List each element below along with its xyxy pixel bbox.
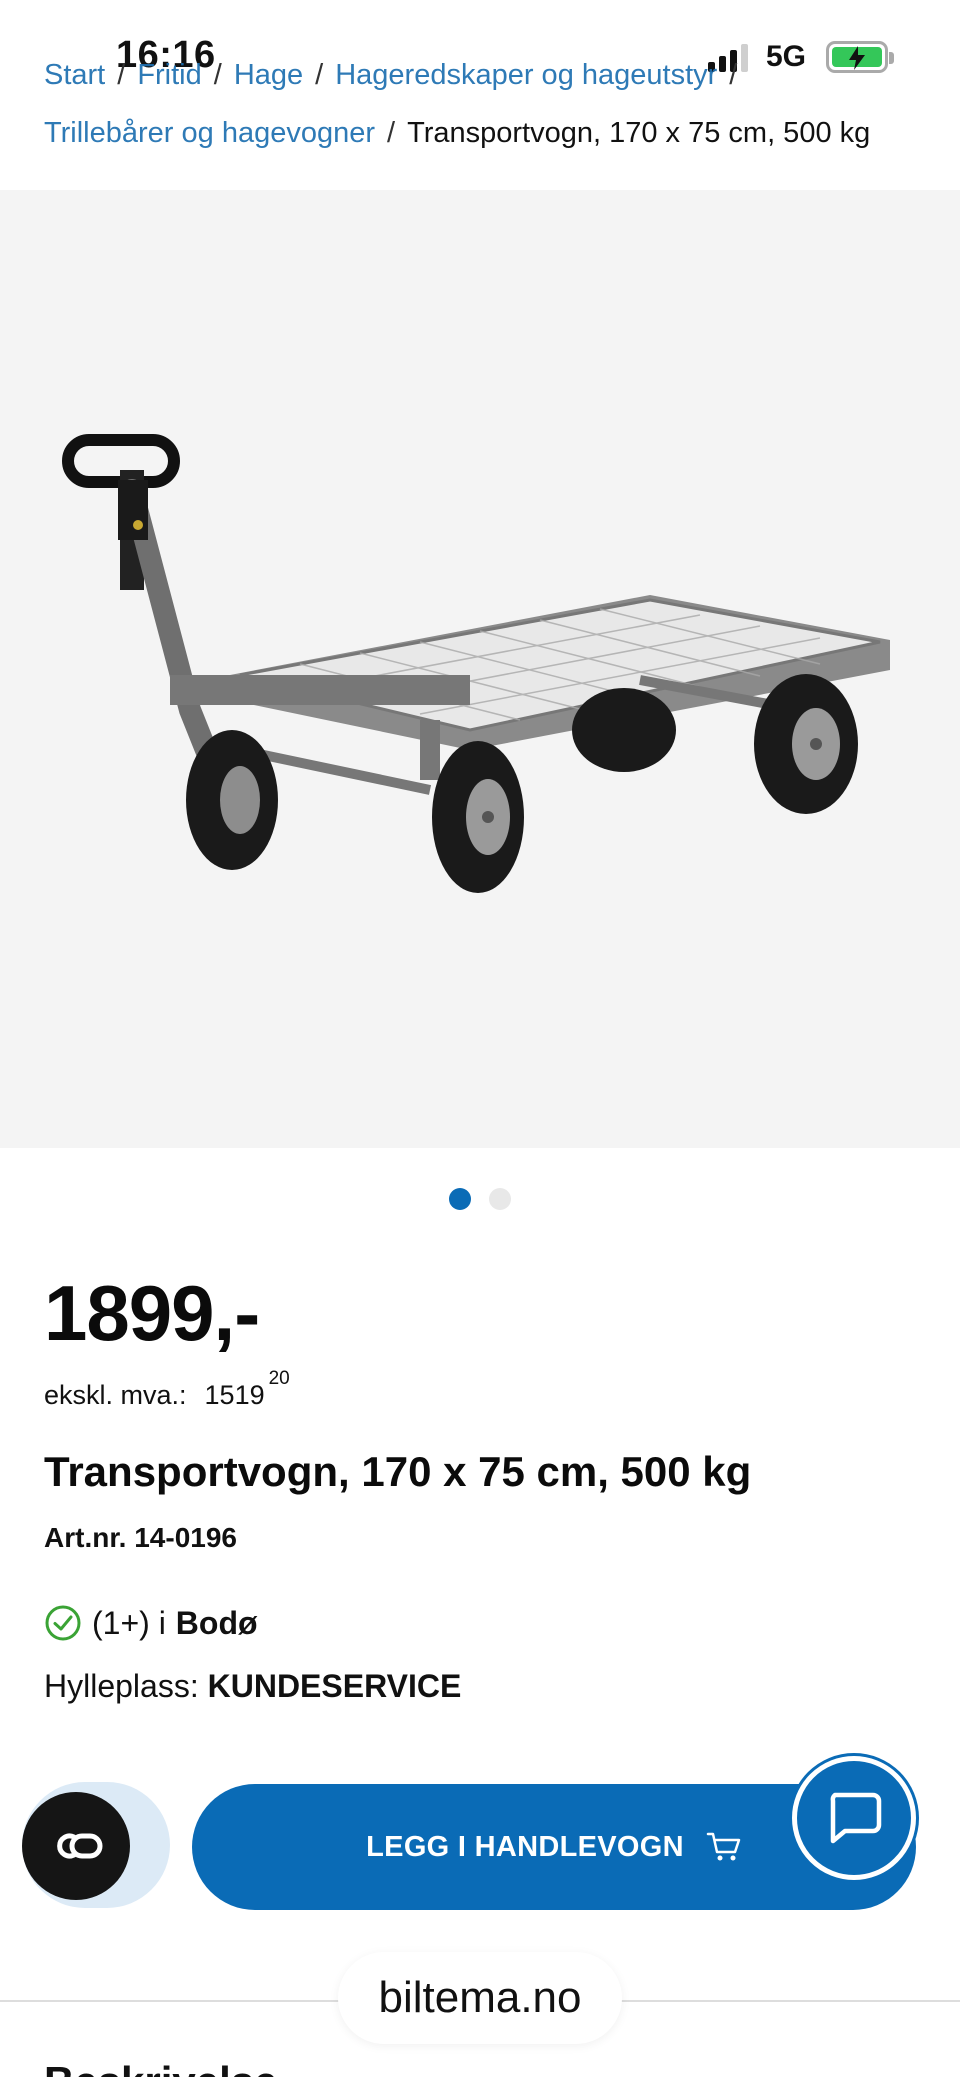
shelf-location: Hylleplass: KUNDESERVICE xyxy=(44,1668,461,1705)
breadcrumb: Start / Fritid / Hage / Hageredskaper og hageu… xyxy=(44,59,871,149)
transport-cart-image xyxy=(62,434,890,893)
chat-icon xyxy=(830,1792,882,1844)
article-number: Art.nr. 14-0196 xyxy=(44,1522,237,1553)
gallery-dot-1[interactable] xyxy=(449,1188,471,1210)
shelf-value: KUNDESERVICE xyxy=(207,1668,462,1704)
breadcrumb-current: Transportvogn, 170 x 75 cm, 500 kg xyxy=(407,117,871,149)
add-to-cart-label: LEGG I HANDLEVOGN xyxy=(366,1830,684,1863)
product-price: 1899,- xyxy=(44,1269,260,1357)
co-button[interactable] xyxy=(22,1792,130,1900)
chat-button[interactable] xyxy=(792,1756,916,1880)
breadcrumb-link-start[interactable]: Start xyxy=(44,59,105,91)
gallery-pagination xyxy=(0,1188,960,1210)
shelf-label: Hylleplass: xyxy=(44,1668,199,1704)
product-image-gallery[interactable] xyxy=(0,190,960,1148)
ex-vat-label: ekskl. mva.: xyxy=(44,1380,187,1410)
breadcrumb-link-trillebarer[interactable]: Trillebårer og hagevogner xyxy=(44,117,375,149)
ex-vat-decimals: 20 xyxy=(268,1368,290,1389)
breadcrumb-link-fritid[interactable]: Fritid xyxy=(137,59,201,91)
ex-vat-value: 1519 xyxy=(204,1380,265,1410)
gallery-dot-2[interactable] xyxy=(489,1188,511,1210)
breadcrumb-link-hageredskaper[interactable]: Hageredskaper og hageutstyr xyxy=(335,59,717,91)
url-pill[interactable]: biltema.no xyxy=(338,1952,622,2044)
check-circle-icon xyxy=(45,1605,81,1641)
co-icon xyxy=(57,1833,103,1859)
product-title: Transportvogn, 170 x 75 cm, 500 kg xyxy=(44,1448,752,1495)
price-ex-vat: ekskl. mva.: 151920 xyxy=(44,1368,290,1411)
stock-store: Bodø xyxy=(175,1604,258,1641)
breadcrumb-link-hage[interactable]: Hage xyxy=(234,59,303,91)
description-heading[interactable]: Beskrivelse xyxy=(44,2058,278,2077)
stock-status[interactable]: (1+) i Bodø xyxy=(44,1604,258,1642)
cart-icon xyxy=(706,1832,741,1861)
stock-quantity: (1+) i xyxy=(92,1604,166,1641)
